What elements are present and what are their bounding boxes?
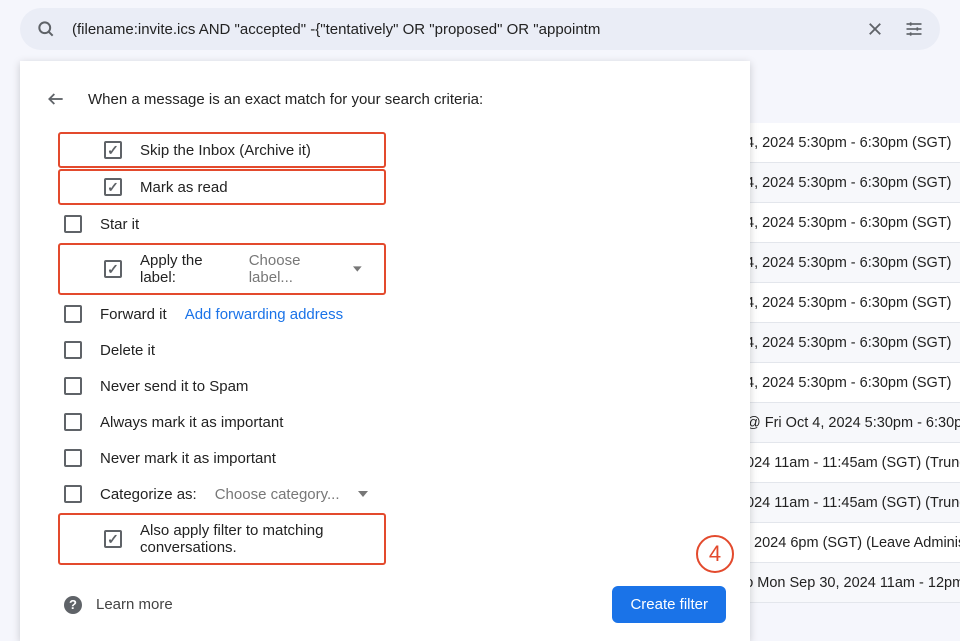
list-item[interactable]: @ Fri Oct 4, 2024 5:30pm - 6:30p — [740, 403, 960, 443]
checkbox-also-apply[interactable] — [104, 530, 122, 548]
list-item[interactable]: ɔ Mon Sep 30, 2024 11am - 12pm — [740, 563, 960, 603]
option-always-important[interactable]: Always mark it as important — [20, 404, 750, 440]
link-add-forwarding[interactable]: Add forwarding address — [185, 306, 343, 323]
option-also-apply[interactable]: Also apply filter to matching conversati… — [58, 513, 386, 565]
label-forward: Forward it — [100, 306, 167, 323]
label-never-important: Never mark it as important — [100, 450, 276, 467]
dropdown-choose-category[interactable]: Choose category... — [215, 486, 368, 503]
checkbox-categorize[interactable] — [64, 485, 82, 503]
background-message-list: 4, 2024 5:30pm - 6:30pm (SGT) 4, 2024 5:… — [740, 123, 960, 603]
list-item[interactable]: 4, 2024 5:30pm - 6:30pm (SGT) — [740, 203, 960, 243]
option-never-important[interactable]: Never mark it as important — [20, 440, 750, 476]
back-arrow-icon[interactable] — [42, 85, 70, 113]
label-skip-inbox: Skip the Inbox (Archive it) — [140, 142, 311, 159]
filter-panel: When a message is an exact match for you… — [20, 61, 750, 641]
label-star: Star it — [100, 216, 139, 233]
option-categorize[interactable]: Categorize as: Choose category... — [20, 476, 750, 512]
clear-search-icon[interactable] — [862, 16, 888, 42]
label-delete: Delete it — [100, 342, 155, 359]
checkbox-delete[interactable] — [64, 341, 82, 359]
dropdown-choose-label[interactable]: Choose label... — [249, 252, 362, 286]
label-categorize: Categorize as: — [100, 486, 197, 503]
option-apply-label[interactable]: Apply the label: Choose label... — [58, 243, 386, 295]
checkbox-mark-read[interactable] — [104, 178, 122, 196]
create-filter-button[interactable]: Create filter — [612, 586, 726, 623]
chevron-down-icon — [353, 266, 362, 272]
search-bar — [20, 8, 940, 50]
list-item[interactable]: 4, 2024 5:30pm - 6:30pm (SGT) — [740, 243, 960, 283]
list-item[interactable]: 4, 2024 5:30pm - 6:30pm (SGT) — [740, 163, 960, 203]
checkbox-forward[interactable] — [64, 305, 82, 323]
link-learn-more[interactable]: Learn more — [96, 596, 173, 613]
option-skip-inbox[interactable]: Skip the Inbox (Archive it) — [58, 132, 386, 168]
panel-footer: ? Learn more Create filter — [20, 566, 750, 623]
list-item[interactable]: , 2024 6pm (SGT) (Leave Adminis — [740, 523, 960, 563]
option-forward[interactable]: Forward it Add forwarding address — [20, 296, 750, 332]
chevron-down-icon — [358, 491, 368, 497]
checkbox-apply-label[interactable] — [104, 260, 122, 278]
checkbox-skip-inbox[interactable] — [104, 141, 122, 159]
list-item[interactable]: 4, 2024 5:30pm - 6:30pm (SGT) — [740, 363, 960, 403]
search-options-icon[interactable] — [900, 15, 928, 43]
search-input[interactable] — [72, 21, 850, 38]
list-item[interactable]: 4, 2024 5:30pm - 6:30pm (SGT) — [740, 323, 960, 363]
list-item[interactable]: 4, 2024 5:30pm - 6:30pm (SGT) — [740, 123, 960, 163]
option-delete[interactable]: Delete it — [20, 332, 750, 368]
label-always-important: Always mark it as important — [100, 414, 283, 431]
checkbox-never-important[interactable] — [64, 449, 82, 467]
label-apply-label: Apply the label: — [140, 252, 231, 286]
label-never-spam: Never send it to Spam — [100, 378, 248, 395]
search-icon[interactable] — [32, 15, 60, 43]
list-item[interactable]: 024 11am - 11:45am (SGT) (Trung — [740, 483, 960, 523]
label-also-apply: Also apply filter to matching conversati… — [140, 522, 362, 556]
panel-header: When a message is an exact match for you… — [20, 85, 750, 131]
list-item[interactable]: 4, 2024 5:30pm - 6:30pm (SGT) — [740, 283, 960, 323]
checkbox-star[interactable] — [64, 215, 82, 233]
list-item[interactable]: 024 11am - 11:45am (SGT) (Trung — [740, 443, 960, 483]
checkbox-always-important[interactable] — [64, 413, 82, 431]
option-star[interactable]: Star it — [20, 206, 750, 242]
label-mark-read: Mark as read — [140, 179, 228, 196]
panel-title: When a message is an exact match for you… — [88, 91, 483, 108]
option-mark-read[interactable]: Mark as read — [58, 169, 386, 205]
option-never-spam[interactable]: Never send it to Spam — [20, 368, 750, 404]
step-badge: 4 — [696, 535, 734, 573]
help-icon[interactable]: ? — [64, 596, 82, 614]
checkbox-never-spam[interactable] — [64, 377, 82, 395]
